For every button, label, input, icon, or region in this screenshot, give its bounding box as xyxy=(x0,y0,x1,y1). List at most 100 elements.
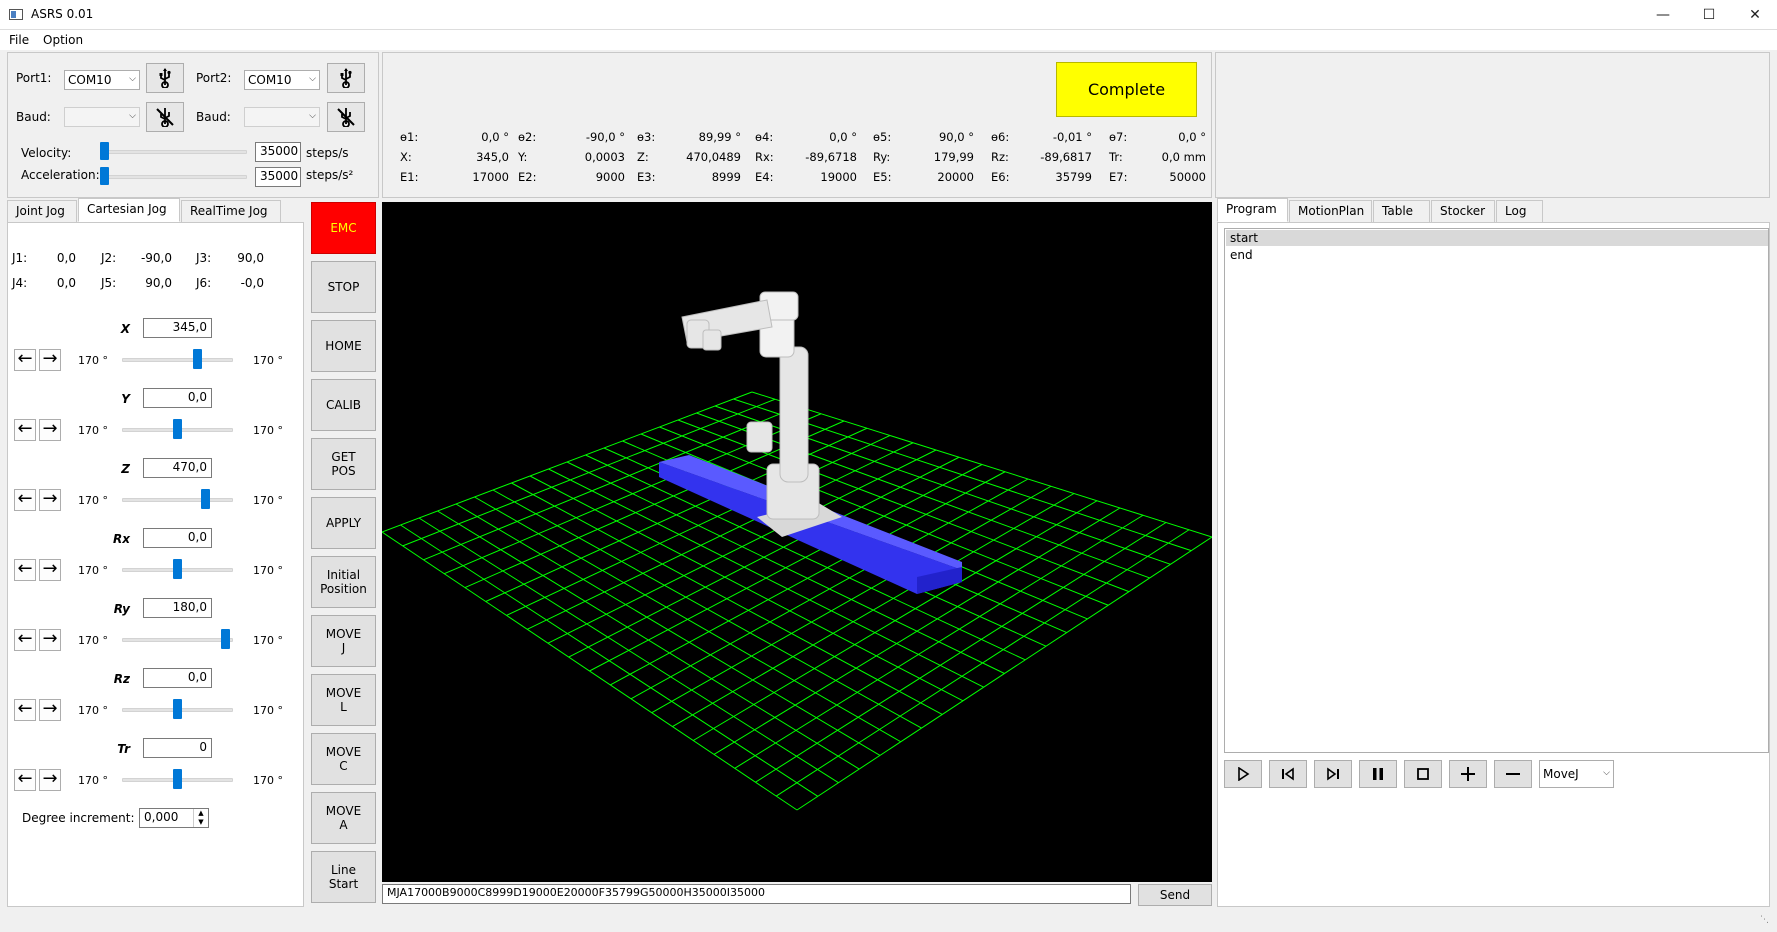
axis-max-label: 170 ° xyxy=(253,634,283,647)
arrow-left-icon[interactable]: ← xyxy=(14,769,36,791)
maximize-button[interactable]: ☐ xyxy=(1686,0,1732,30)
step-forward-button[interactable] xyxy=(1314,760,1352,788)
tab-realtime-jog[interactable]: RealTime Jog xyxy=(181,200,281,222)
side-button-home[interactable]: HOME xyxy=(311,320,376,372)
command-input[interactable]: MJA17000B9000C8999D19000E20000F35799G500… xyxy=(382,884,1131,904)
arrow-right-icon[interactable]: → xyxy=(39,489,61,511)
acceleration-slider-track[interactable] xyxy=(100,175,247,179)
velocity-slider-track[interactable] xyxy=(100,150,247,154)
tab-cartesian-jog[interactable]: Cartesian Jog xyxy=(78,198,180,222)
axis-input-x[interactable]: 345,0 xyxy=(143,318,212,338)
resize-grip-icon[interactable]: ⋱ xyxy=(1760,915,1774,929)
axis-slider-thumb[interactable] xyxy=(173,769,182,789)
acceleration-slider-thumb[interactable] xyxy=(100,167,109,185)
program-line[interactable]: start xyxy=(1226,230,1768,246)
arrow-left-icon[interactable]: ← xyxy=(14,489,36,511)
side-button-move-l[interactable]: MOVE L xyxy=(311,674,376,726)
axis-input-tr[interactable]: 0 xyxy=(143,738,212,758)
velocity-slider-thumb[interactable] xyxy=(100,142,109,160)
axis-slider-track[interactable] xyxy=(122,638,233,642)
move-type-value: MoveJ xyxy=(1543,767,1579,781)
usb-icon xyxy=(340,68,352,88)
send-button[interactable]: Send xyxy=(1138,884,1212,906)
port2-disconnect-button[interactable] xyxy=(327,102,365,132)
tab-joint-jog[interactable]: Joint Jog xyxy=(7,200,77,222)
baud1-select[interactable]: ⌵ xyxy=(64,107,140,127)
remove-step-button[interactable] xyxy=(1494,760,1532,788)
status-value: 9000 xyxy=(595,170,625,184)
step-back-button[interactable] xyxy=(1269,760,1307,788)
axis-slider-track[interactable] xyxy=(122,358,233,362)
move-type-select[interactable]: MoveJ ⌵ xyxy=(1539,760,1614,788)
axis-input-z[interactable]: 470,0 xyxy=(143,458,212,478)
tab-stocker[interactable]: Stocker xyxy=(1431,200,1495,222)
program-list[interactable] xyxy=(1224,228,1769,753)
baud1-label: Baud: xyxy=(16,110,51,124)
status-value: 0,0 mm xyxy=(1161,150,1206,164)
side-button-emc[interactable]: EMC xyxy=(311,202,376,254)
velocity-input[interactable]: 35000 xyxy=(255,142,301,162)
tab-log[interactable]: Log xyxy=(1496,200,1543,222)
arrow-left-icon[interactable]: ← xyxy=(14,699,36,721)
play-button[interactable] xyxy=(1224,760,1262,788)
axis-slider-track[interactable] xyxy=(122,498,233,502)
arrow-left-icon[interactable]: ← xyxy=(14,419,36,441)
axis-slider-thumb[interactable] xyxy=(200,489,210,509)
minimize-button[interactable]: — xyxy=(1640,0,1686,30)
arrow-left-icon[interactable]: ← xyxy=(14,559,36,581)
port2-select[interactable]: COM10 ⌵ xyxy=(244,70,320,90)
baud2-select[interactable]: ⌵ xyxy=(244,107,320,127)
axis-slider-thumb[interactable] xyxy=(173,419,182,439)
side-button-line-start[interactable]: Line Start xyxy=(311,851,376,903)
arrow-left-icon[interactable]: ← xyxy=(14,629,36,651)
side-button-apply[interactable]: APPLY xyxy=(311,497,376,549)
status-value: 470,0489 xyxy=(686,150,741,164)
arrow-right-icon[interactable]: → xyxy=(39,419,61,441)
stop-program-button[interactable] xyxy=(1404,760,1442,788)
port1-disconnect-button[interactable] xyxy=(146,102,184,132)
axis-input-ry[interactable]: 180,0 xyxy=(143,598,212,618)
status-value: 8999 xyxy=(711,170,741,184)
menu-file[interactable]: File xyxy=(9,33,29,47)
axis-input-rz[interactable]: 0,0 xyxy=(143,668,212,688)
port1-select[interactable]: COM10 ⌵ xyxy=(64,70,140,90)
pause-button[interactable] xyxy=(1359,760,1397,788)
arrow-right-icon[interactable]: → xyxy=(39,699,61,721)
axis-label-rx: Rx xyxy=(113,532,130,546)
arrow-right-icon[interactable]: → xyxy=(39,769,61,791)
status-value: 50000 xyxy=(1169,170,1206,184)
side-button-stop[interactable]: STOP xyxy=(311,261,376,313)
tab-motionplan[interactable]: MotionPlan xyxy=(1289,200,1372,222)
tab-table[interactable]: Table xyxy=(1373,200,1430,222)
close-button[interactable]: ✕ xyxy=(1732,0,1777,30)
side-button-move-c[interactable]: MOVE C xyxy=(311,733,376,785)
port1-connect-button[interactable] xyxy=(146,63,184,93)
side-button-get-pos[interactable]: GET POS xyxy=(311,438,376,490)
status-label: X: xyxy=(400,150,412,164)
port1-label: Port1: xyxy=(16,71,52,85)
tab-program[interactable]: Program xyxy=(1217,198,1288,222)
arrow-right-icon[interactable]: → xyxy=(39,349,61,371)
axis-slider-thumb[interactable] xyxy=(173,699,182,719)
arrow-right-icon[interactable]: → xyxy=(39,559,61,581)
axis-input-y[interactable]: 0,0 xyxy=(143,388,212,408)
degree-increment-spinner[interactable]: ▲ ▼ xyxy=(193,809,208,827)
axis-slider-thumb[interactable] xyxy=(193,349,203,369)
port2-connect-button[interactable] xyxy=(327,63,365,93)
menu-option[interactable]: Option xyxy=(43,33,83,47)
add-step-button[interactable] xyxy=(1449,760,1487,788)
acceleration-input[interactable]: 35000 xyxy=(255,167,301,187)
side-button-move-j[interactable]: MOVE J xyxy=(311,615,376,667)
axis-slider-thumb[interactable] xyxy=(173,559,182,579)
side-button-initial-position[interactable]: Initial Position xyxy=(311,556,376,608)
arrow-right-icon[interactable]: → xyxy=(39,629,61,651)
arrow-left-icon[interactable]: ← xyxy=(14,349,36,371)
axis-input-rx[interactable]: 0,0 xyxy=(143,528,212,548)
axis-max-label: 170 ° xyxy=(253,774,283,787)
side-button-move-a[interactable]: MOVE A xyxy=(311,792,376,844)
axis-slider-thumb[interactable] xyxy=(220,629,230,649)
program-line[interactable]: end xyxy=(1226,247,1768,263)
status-label: E4: xyxy=(755,170,774,184)
3d-viewport[interactable] xyxy=(382,202,1212,882)
side-button-calib[interactable]: CALIB xyxy=(311,379,376,431)
